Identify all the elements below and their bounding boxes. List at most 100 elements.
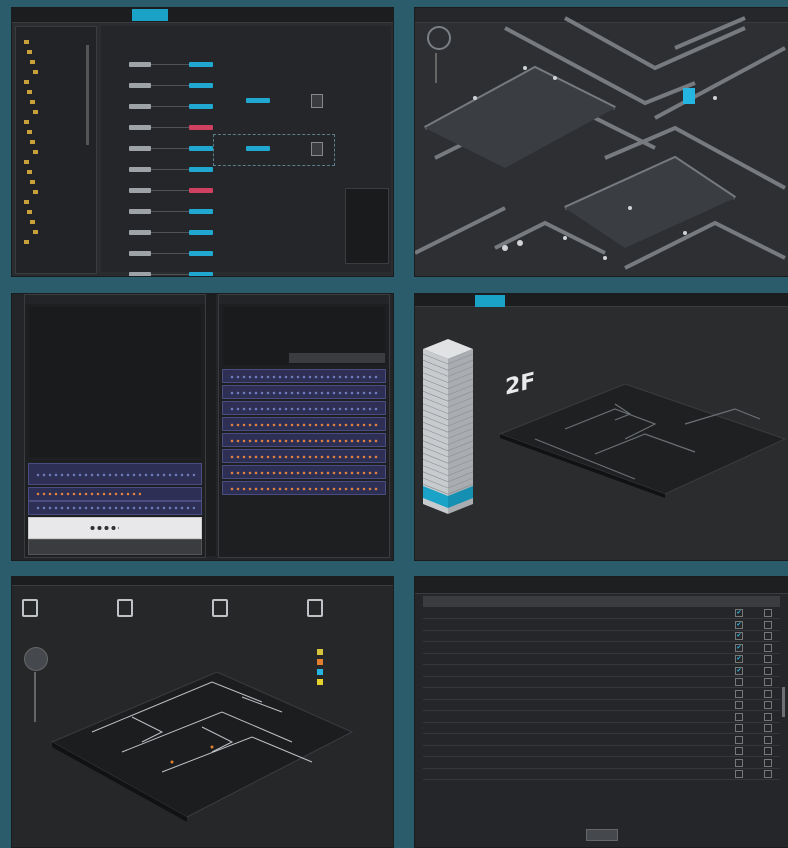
checkbox[interactable] bbox=[735, 724, 743, 732]
device-node[interactable] bbox=[189, 272, 213, 276]
rack-unit[interactable] bbox=[289, 353, 385, 363]
checkbox[interactable] bbox=[735, 735, 743, 744]
tree-item[interactable] bbox=[24, 159, 31, 164]
rack-unit[interactable] bbox=[222, 449, 386, 463]
device-node[interactable] bbox=[189, 188, 213, 193]
checkbox[interactable] bbox=[764, 770, 772, 778]
table-row[interactable]: ✔ bbox=[423, 642, 780, 654]
rack-unit[interactable] bbox=[28, 487, 202, 501]
checkbox[interactable]: ✔ bbox=[735, 609, 743, 617]
switch-node[interactable] bbox=[129, 104, 151, 109]
rack-unit[interactable] bbox=[28, 463, 202, 485]
rack-unit[interactable] bbox=[222, 417, 386, 431]
tree-item[interactable] bbox=[33, 149, 40, 154]
tree-item[interactable] bbox=[33, 229, 40, 234]
checkbox[interactable] bbox=[735, 712, 743, 721]
checkbox[interactable] bbox=[764, 620, 772, 629]
rack-unit[interactable] bbox=[28, 539, 202, 555]
checkbox[interactable] bbox=[764, 643, 772, 652]
device-node[interactable] bbox=[189, 230, 213, 235]
table-row[interactable] bbox=[423, 688, 780, 700]
table-row[interactable]: ✔ bbox=[423, 665, 780, 677]
device-node[interactable] bbox=[189, 209, 213, 214]
checkbox[interactable] bbox=[764, 758, 772, 767]
checkbox[interactable]: ✔ bbox=[735, 620, 743, 629]
tree-item[interactable] bbox=[30, 179, 37, 184]
checkbox[interactable] bbox=[764, 655, 772, 663]
switch-node[interactable] bbox=[129, 251, 151, 256]
checkbox[interactable]: ✔ bbox=[735, 655, 743, 663]
switch-node[interactable] bbox=[129, 146, 151, 151]
device-node[interactable] bbox=[189, 62, 213, 67]
checkbox[interactable] bbox=[735, 758, 743, 767]
tab-3[interactable] bbox=[82, 9, 92, 21]
tree-item[interactable] bbox=[24, 239, 31, 244]
checkbox[interactable] bbox=[764, 724, 772, 732]
switch-node[interactable] bbox=[129, 230, 151, 235]
table-row[interactable] bbox=[423, 768, 780, 780]
checkbox[interactable] bbox=[764, 609, 772, 617]
tree-item[interactable] bbox=[24, 39, 31, 44]
aggregation-node[interactable] bbox=[246, 98, 270, 103]
rack-unit[interactable] bbox=[222, 433, 386, 447]
checkbox[interactable]: ✔ bbox=[735, 632, 743, 640]
switch-node[interactable] bbox=[129, 272, 151, 276]
rack-unit[interactable] bbox=[222, 369, 386, 383]
table-row[interactable] bbox=[423, 711, 780, 723]
checkbox[interactable] bbox=[764, 689, 772, 698]
switch-node[interactable] bbox=[129, 167, 151, 172]
table-row[interactable] bbox=[423, 722, 780, 734]
checkbox[interactable] bbox=[764, 632, 772, 640]
server-icon[interactable] bbox=[311, 94, 323, 108]
checkbox[interactable] bbox=[735, 770, 743, 778]
checkbox[interactable] bbox=[764, 747, 772, 755]
table-row[interactable]: ✔ bbox=[423, 630, 780, 642]
rack-right[interactable] bbox=[218, 294, 390, 558]
device-node[interactable] bbox=[189, 146, 213, 151]
tree-item[interactable] bbox=[24, 79, 31, 84]
checkbox[interactable] bbox=[764, 735, 772, 744]
table-row[interactable] bbox=[423, 745, 780, 757]
tree-item[interactable] bbox=[27, 129, 34, 134]
rack-unit[interactable] bbox=[28, 501, 202, 515]
device-node[interactable] bbox=[189, 104, 213, 109]
tree-item[interactable] bbox=[30, 99, 37, 104]
tab-2[interactable] bbox=[52, 9, 62, 21]
device-tree[interactable] bbox=[15, 26, 97, 274]
tree-item[interactable] bbox=[30, 59, 37, 64]
device-node[interactable] bbox=[189, 125, 213, 130]
switch-node[interactable] bbox=[129, 209, 151, 214]
checkbox[interactable]: ✔ bbox=[735, 643, 743, 652]
table-row[interactable] bbox=[423, 734, 780, 746]
tree-item[interactable] bbox=[27, 169, 34, 174]
table-row[interactable] bbox=[423, 757, 780, 769]
rack-unit[interactable] bbox=[222, 401, 386, 415]
tab-1[interactable] bbox=[22, 9, 32, 21]
checkbox[interactable] bbox=[735, 689, 743, 698]
tree-item[interactable] bbox=[24, 199, 31, 204]
tree-item[interactable] bbox=[33, 69, 40, 74]
switch-node[interactable] bbox=[129, 62, 151, 67]
rack-unit[interactable] bbox=[222, 481, 386, 495]
dashboard-floor-map[interactable] bbox=[12, 577, 393, 847]
tree-item[interactable] bbox=[30, 219, 37, 224]
rack-server-unit[interactable] bbox=[28, 517, 202, 539]
table-row[interactable]: ✔ bbox=[423, 653, 780, 665]
switch-node[interactable] bbox=[129, 125, 151, 130]
checkbox[interactable] bbox=[764, 712, 772, 721]
tab-4[interactable] bbox=[112, 9, 122, 21]
rack-unit[interactable] bbox=[222, 385, 386, 399]
switch-node[interactable] bbox=[129, 188, 151, 193]
tree-item[interactable] bbox=[30, 139, 37, 144]
table-row[interactable] bbox=[423, 676, 780, 688]
checkbox[interactable] bbox=[735, 678, 743, 686]
checkbox[interactable]: ✔ bbox=[735, 666, 743, 675]
switch-node[interactable] bbox=[129, 83, 151, 88]
tree-item[interactable] bbox=[33, 109, 40, 114]
table-row[interactable]: ✔ bbox=[423, 619, 780, 631]
table-row[interactable] bbox=[423, 699, 780, 711]
tab-active[interactable] bbox=[132, 9, 168, 21]
tree-item[interactable] bbox=[27, 49, 34, 54]
save-button[interactable] bbox=[586, 829, 618, 841]
checkbox[interactable] bbox=[764, 666, 772, 675]
